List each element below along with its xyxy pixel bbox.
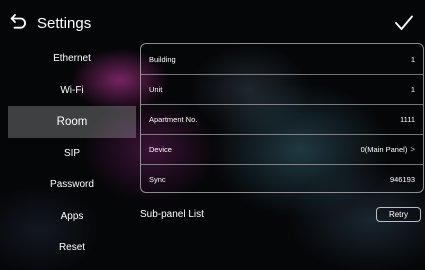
sidebar-item-label: Wi-Fi: [60, 84, 84, 96]
sidebar-item-label: Apps: [60, 210, 84, 222]
back-arrow-icon[interactable]: [10, 13, 28, 31]
building-row[interactable]: Building 1: [141, 44, 423, 74]
sidebar-item-label: SIP: [63, 147, 81, 159]
row-value: 1: [410, 54, 415, 64]
sidebar-item-label: Ethernet: [53, 53, 91, 65]
row-label: Device: [149, 144, 172, 154]
sidebar-item-room[interactable]: Room: [8, 106, 136, 138]
device-row[interactable]: Device 0(Main Panel) >: [141, 134, 423, 164]
unit-row[interactable]: Unit 1: [141, 74, 423, 104]
room-settings-panel: Building 1 Unit 1 Apartment No. 1111 Dev…: [140, 43, 424, 193]
row-value: 1: [410, 84, 415, 94]
sidebar-item-wifi[interactable]: Wi-Fi: [8, 75, 136, 107]
row-value: 946193: [389, 174, 415, 184]
sync-row[interactable]: Sync 946193: [141, 164, 423, 194]
sidebar-item-ethernet[interactable]: Ethernet: [8, 43, 136, 75]
sidebar-item-label: Room: [56, 115, 88, 128]
sidebar-item-label: Password: [50, 179, 94, 191]
page-title: Settings: [37, 15, 92, 32]
header: Settings: [0, 0, 425, 40]
sidebar-item-sip[interactable]: SIP: [8, 138, 136, 170]
checkmark-icon[interactable]: [394, 14, 414, 32]
device-value: 0(Main Panel): [360, 144, 408, 154]
row-label: Building: [149, 54, 176, 64]
row-value: 1111: [399, 114, 415, 124]
sidebar-item-password[interactable]: Password: [8, 169, 136, 201]
sidebar-item-apps[interactable]: Apps: [8, 201, 136, 233]
retry-button[interactable]: Retry: [376, 207, 421, 222]
apartment-row[interactable]: Apartment No. 1111: [141, 104, 423, 134]
chevron-right-icon: >: [410, 144, 415, 154]
sidebar-item-reset[interactable]: Reset: [8, 232, 136, 264]
sidebar-item-label: Reset: [58, 242, 86, 254]
sidebar: Ethernet Wi-Fi Room SIP Password Apps Re…: [8, 43, 136, 264]
row-label: Unit: [149, 84, 163, 94]
row-label: Apartment No.: [149, 114, 198, 124]
subpanel-list-label: Sub-panel List: [140, 209, 204, 220]
row-label: Sync: [149, 174, 166, 184]
row-value: 0(Main Panel) >: [361, 145, 415, 154]
